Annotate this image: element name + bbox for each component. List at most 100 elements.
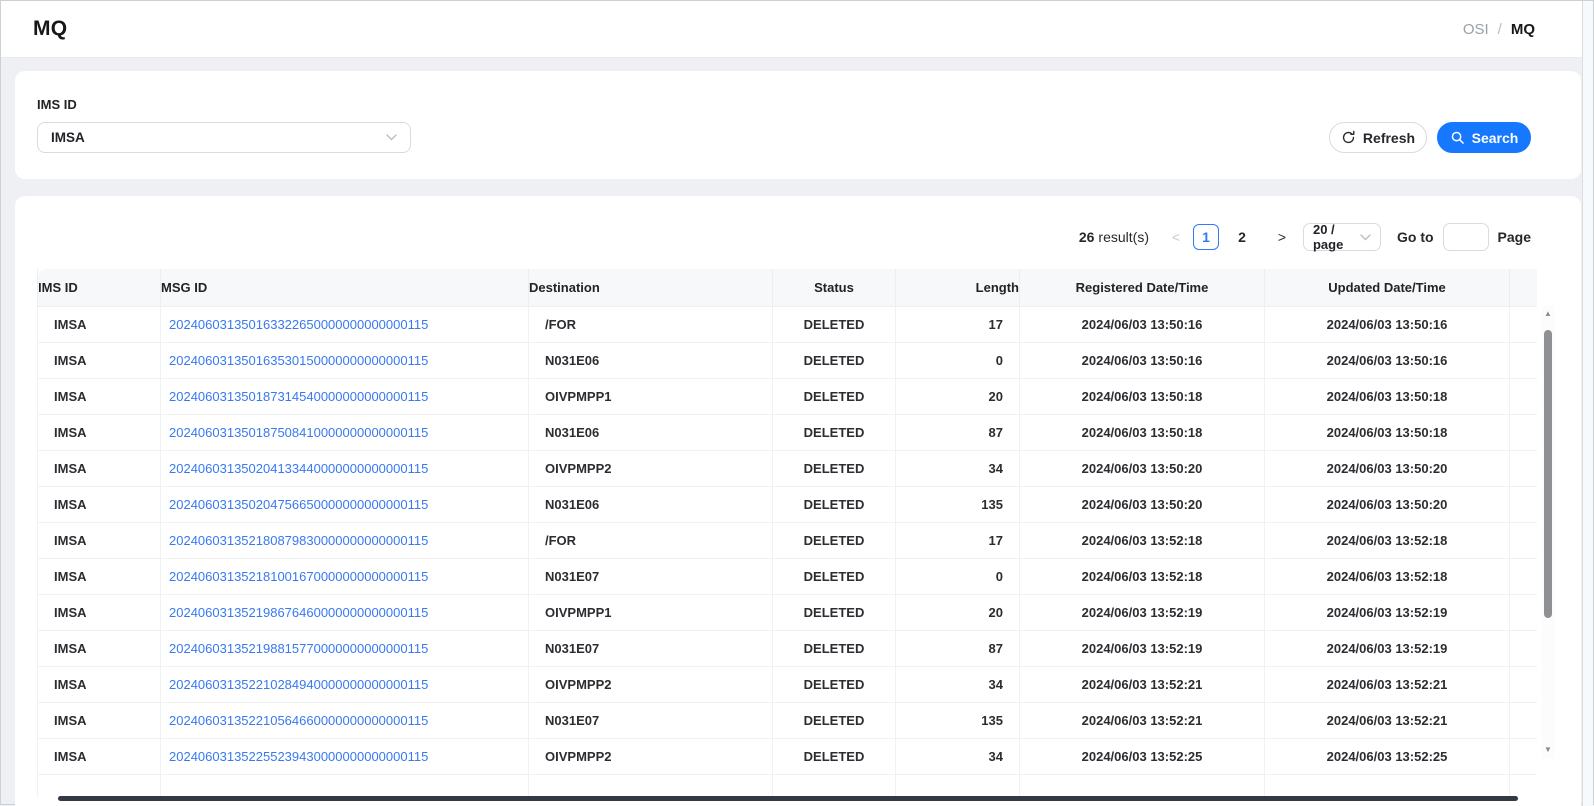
table-row: IMSA 202406031350163322650000000000000115…	[38, 307, 1538, 343]
table-row: IMSA 202406031350204756650000000000000115…	[38, 487, 1538, 523]
page-scrollbar-track[interactable]	[1582, 1, 1593, 806]
prev-page-button[interactable]: <	[1169, 229, 1183, 245]
extra-cell	[1510, 415, 1538, 451]
msg-id-link[interactable]: 202406031350163322650000000000000115	[169, 317, 428, 332]
registered-cell: 2024/06/03 13:50:16	[1020, 307, 1265, 343]
search-button[interactable]: Search	[1437, 122, 1531, 153]
ims-id-select[interactable]: IMSA	[37, 122, 411, 153]
msg_id-cell: 202406031352210284940000000000000115	[161, 667, 529, 703]
length-cell: 87	[896, 631, 1020, 667]
mq-table-container: IMS IDMSG IDDestinationStatusLengthRegis…	[37, 269, 1537, 797]
extra-cell	[1510, 739, 1538, 775]
page-button-2[interactable]: 2	[1229, 224, 1255, 250]
msg-id-link[interactable]: 202406031352198676460000000000000115	[169, 605, 428, 620]
destination-cell: N031E07	[529, 559, 773, 595]
msg-id-link[interactable]: 202406031350204756650000000000000115	[169, 497, 428, 512]
table-row: IMSA 202406031350204133440000000000000115…	[38, 451, 1538, 487]
table-row-partial	[38, 775, 1538, 798]
msg-id-link[interactable]: 202406031352210564660000000000000115	[169, 713, 428, 728]
extra-cell	[1510, 379, 1538, 415]
registered-cell: 2024/06/03 13:50:18	[1020, 379, 1265, 415]
msg-id-link[interactable]: 202406031352181001670000000000000115	[169, 569, 428, 584]
column-header-status: Status	[773, 269, 896, 307]
app-header: MQ OSI / MQ	[1, 1, 1585, 58]
table-row: IMSA202406031352198815770000000000000115…	[38, 631, 1538, 667]
msg_id-cell: 202406031350163530150000000000000115	[161, 343, 529, 379]
extra-cell	[1510, 343, 1538, 379]
updated-cell: 2024/06/03 13:50:20	[1265, 451, 1510, 487]
next-page-button[interactable]: >	[1275, 229, 1289, 245]
mq-table: IMS IDMSG IDDestinationStatusLengthRegis…	[37, 269, 1537, 797]
destination-cell: OIVPMPP2	[529, 667, 773, 703]
length-cell: 135	[896, 703, 1020, 739]
refresh-button-label: Refresh	[1363, 130, 1415, 146]
ims_id-cell: IMSA	[38, 451, 161, 487]
result-count-label: result(s)	[1098, 229, 1149, 245]
breadcrumb-separator: /	[1498, 21, 1502, 38]
status-cell: DELETED	[773, 379, 896, 415]
updated-cell: 2024/06/03 13:50:16	[1265, 343, 1510, 379]
msg-id-link[interactable]: 202406031350187314540000000000000115	[169, 389, 428, 404]
length-cell: 0	[896, 343, 1020, 379]
ims-id-label: IMS ID	[37, 97, 77, 112]
page-size-value: 20 / page	[1313, 222, 1360, 252]
msg-id-link[interactable]: 202406031352180879830000000000000115	[169, 533, 428, 548]
scroll-down-icon[interactable]: ▼	[1542, 744, 1554, 756]
destination-cell: /FOR	[529, 307, 773, 343]
ims_id-cell: IMSA	[38, 379, 161, 415]
length-cell: 0	[896, 559, 1020, 595]
ims_id-cell: IMSA	[38, 487, 161, 523]
registered-cell: 2024/06/03 13:52:25	[1020, 739, 1265, 775]
breadcrumb-current: MQ	[1511, 21, 1535, 38]
msg-id-link[interactable]: 202406031352198815770000000000000115	[169, 641, 428, 656]
column-header-destination: Destination	[529, 269, 773, 307]
page-label: Page	[1498, 229, 1531, 245]
updated-cell: 2024/06/03 13:50:20	[1265, 487, 1510, 523]
ims_id-cell: IMSA	[38, 307, 161, 343]
updated-cell: 2024/06/03 13:52:19	[1265, 631, 1510, 667]
destination-cell: OIVPMPP1	[529, 595, 773, 631]
length-cell: 20	[896, 595, 1020, 631]
column-header-msg_id: MSG ID	[161, 269, 529, 307]
table-body: IMSA 202406031350163322650000000000000115…	[38, 307, 1538, 798]
length-cell	[896, 775, 1020, 798]
updated-cell: 2024/06/03 13:52:18	[1265, 559, 1510, 595]
horizontal-scrollbar-thumb[interactable]	[58, 796, 1518, 801]
registered-cell: 2024/06/03 13:52:21	[1020, 703, 1265, 739]
ims_id-cell	[38, 775, 161, 798]
extra-cell	[1510, 523, 1538, 559]
vertical-scrollbar-thumb[interactable]	[1544, 330, 1552, 618]
goto-page-input[interactable]	[1443, 223, 1489, 251]
registered-cell: 2024/06/03 13:52:18	[1020, 523, 1265, 559]
destination-cell: /FOR	[529, 523, 773, 559]
destination-cell	[529, 775, 773, 798]
extra-cell	[1510, 307, 1538, 343]
page-button-1[interactable]: 1	[1193, 224, 1219, 250]
table-row: IMSA202406031352180879830000000000000115…	[38, 523, 1538, 559]
updated-cell: 2024/06/03 13:50:18	[1265, 379, 1510, 415]
ims_id-cell: IMSA	[38, 559, 161, 595]
destination-cell: OIVPMPP2	[529, 451, 773, 487]
table-vertical-scrollbar[interactable]: ▲ ▼	[1542, 306, 1554, 758]
search-icon	[1450, 130, 1465, 145]
registered-cell: 2024/06/03 13:52:21	[1020, 667, 1265, 703]
registered-cell: 2024/06/03 13:50:18	[1020, 415, 1265, 451]
page-size-select[interactable]: 20 / page	[1303, 223, 1381, 251]
goto-label: Go to	[1397, 229, 1434, 245]
pagination-bar: 26 result(s) < 1 2 > 20 / page Go to Pag…	[1079, 223, 1531, 251]
msg-id-link[interactable]: 202406031352255239430000000000000115	[169, 749, 428, 764]
length-cell: 34	[896, 451, 1020, 487]
msg-id-link[interactable]: 202406031350187508410000000000000115	[169, 425, 428, 440]
updated-cell	[1265, 775, 1510, 798]
refresh-button[interactable]: Refresh	[1329, 122, 1427, 153]
breadcrumb-parent[interactable]: OSI	[1463, 21, 1489, 38]
msg-id-link[interactable]: 202406031350163530150000000000000115	[169, 353, 428, 368]
scroll-up-icon[interactable]: ▲	[1542, 308, 1554, 320]
column-header-registered: Registered Date/Time	[1020, 269, 1265, 307]
msg-id-link[interactable]: 202406031352210284940000000000000115	[169, 677, 428, 692]
breadcrumb: OSI / MQ	[1463, 21, 1535, 38]
registered-cell	[1020, 775, 1265, 798]
length-cell: 34	[896, 667, 1020, 703]
registered-cell: 2024/06/03 13:52:19	[1020, 631, 1265, 667]
msg-id-link[interactable]: 202406031350204133440000000000000115	[169, 461, 428, 476]
